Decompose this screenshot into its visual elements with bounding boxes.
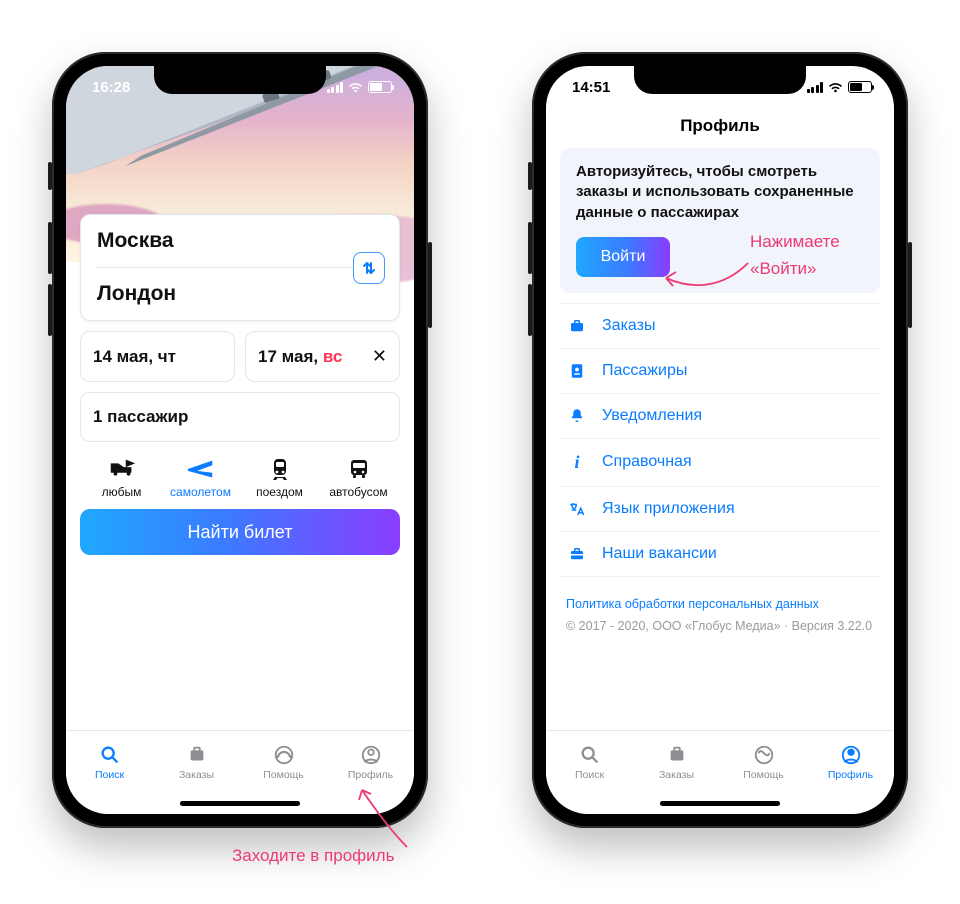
transport-bus[interactable]: автобусом	[322, 456, 396, 499]
menu-passengers[interactable]: Пассажиры	[560, 349, 880, 394]
menu-notifications[interactable]: Уведомления	[560, 394, 880, 439]
destination-field[interactable]: Лондон	[81, 268, 399, 320]
depart-date-text: 14 мая, чт	[93, 347, 176, 367]
login-button[interactable]: Войти	[576, 237, 670, 277]
transport-plane[interactable]: самолетом	[164, 456, 238, 499]
status-time: 14:51	[572, 79, 610, 96]
passport-icon	[566, 362, 588, 380]
home-indicator[interactable]	[546, 792, 894, 814]
menu-reference[interactable]: i Справочная	[560, 439, 880, 487]
privacy-policy-link[interactable]: Политика обработки персональных данных	[566, 597, 874, 611]
train-icon	[265, 456, 295, 482]
info-icon: i	[566, 452, 588, 473]
help-icon	[752, 743, 776, 767]
page-title: Профиль	[546, 108, 894, 148]
wifi-icon	[828, 81, 843, 93]
copyright-text: © 2017 - 2020, ООО «Глобус Медиа» · Верс…	[566, 619, 874, 633]
return-date-text: 17 мая, вс	[258, 347, 342, 367]
help-icon	[272, 743, 296, 767]
tab-orders[interactable]: Заказы	[153, 731, 240, 792]
phone-mockup-search: 16:28	[52, 52, 428, 828]
origin-field[interactable]: Москва	[81, 215, 399, 267]
tab-profile[interactable]: Профиль	[807, 731, 894, 792]
search-icon	[98, 743, 122, 767]
plane-icon	[186, 456, 216, 482]
bell-icon	[566, 407, 588, 425]
cellular-signal-icon	[327, 82, 344, 93]
phone-mockup-profile: 14:51 Профиль Авторизуйтесь, чтобы смотр…	[532, 52, 908, 828]
briefcase-icon	[566, 317, 588, 335]
orders-icon	[185, 743, 209, 767]
annotation-login-hint: Нажимаете «Войти»	[750, 228, 840, 282]
tab-search[interactable]: Поиск	[66, 731, 153, 792]
passengers-field[interactable]: 1 пассажир	[80, 392, 400, 442]
orders-icon	[665, 743, 689, 767]
jobs-icon	[566, 545, 588, 563]
return-date-field[interactable]: 17 мая, вс ✕	[245, 331, 400, 382]
transport-train[interactable]: поездом	[243, 456, 317, 499]
language-icon	[566, 500, 588, 518]
tab-help[interactable]: Помощь	[240, 731, 327, 792]
menu-jobs[interactable]: Наши вакансии	[560, 532, 880, 577]
search-form: Москва Лондон 14 мая, чт 17 мая, вс ✕	[80, 214, 400, 565]
clear-return-icon[interactable]: ✕	[372, 346, 387, 367]
notch	[634, 66, 806, 94]
tab-orders[interactable]: Заказы	[633, 731, 720, 792]
search-icon	[578, 743, 602, 767]
tab-bar: Поиск Заказы Помощь Профиль	[66, 730, 414, 792]
battery-icon	[368, 81, 392, 93]
swap-cities-button[interactable]	[353, 252, 385, 284]
tab-profile[interactable]: Профиль	[327, 731, 414, 792]
battery-icon	[848, 81, 872, 93]
transport-selector: любым самолетом поездом	[80, 456, 400, 499]
transport-any-icon	[107, 456, 137, 482]
tab-bar: Поиск Заказы Помощь Профиль	[546, 730, 894, 792]
cellular-signal-icon	[807, 82, 824, 93]
menu-language[interactable]: Язык приложения	[560, 487, 880, 532]
tab-help[interactable]: Помощь	[720, 731, 807, 792]
status-time: 16:28	[92, 79, 130, 96]
transport-any[interactable]: любым	[85, 456, 159, 499]
find-ticket-button[interactable]: Найти билет	[80, 509, 400, 555]
passengers-text: 1 пассажир	[93, 407, 188, 427]
profile-icon	[839, 743, 863, 767]
annotation-profile-hint: Заходите в профиль	[232, 846, 394, 866]
profile-icon	[359, 743, 383, 767]
tab-search[interactable]: Поиск	[546, 731, 633, 792]
home-indicator[interactable]	[66, 792, 414, 814]
auth-message: Авторизуйтесь, чтобы смотреть заказы и и…	[576, 162, 864, 223]
bus-icon	[344, 456, 374, 482]
notch	[154, 66, 326, 94]
profile-menu: Заказы Пассажиры Уведомления i Справочна…	[560, 303, 880, 577]
depart-date-field[interactable]: 14 мая, чт	[80, 331, 235, 382]
menu-orders[interactable]: Заказы	[560, 303, 880, 349]
wifi-icon	[348, 81, 363, 93]
